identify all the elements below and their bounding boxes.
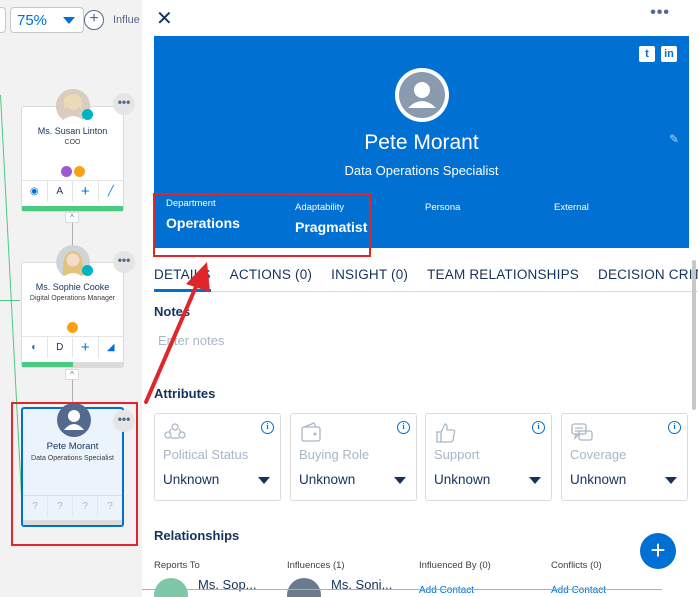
add-icon[interactable]: + — [73, 181, 99, 202]
attribute-political-status[interactable]: i Political Status Unknown — [154, 413, 281, 501]
attribute-support[interactable]: i Support Unknown — [425, 413, 552, 501]
add-contact-link[interactable]: Add Contact — [551, 585, 606, 596]
influence-toggle-label[interactable]: Influe — [113, 14, 140, 26]
wallet-icon — [301, 422, 321, 442]
social-links: t in — [639, 46, 677, 62]
close-icon[interactable]: ✕ — [156, 6, 173, 31]
card-title: Digital Operations Manager — [29, 295, 116, 302]
attribute-coverage[interactable]: i Coverage Unknown — [561, 413, 688, 501]
card-toolbar: ◐ D + ◢ — [22, 336, 123, 358]
thumbs-up-icon — [436, 423, 456, 443]
edit-pencil-icon[interactable]: ✎ — [669, 132, 679, 146]
org-card-sophie-cooke[interactable]: Ms. Sophie Cooke Digital Operations Mana… — [21, 245, 124, 368]
card-more-button[interactable]: ••• — [113, 251, 135, 273]
tab-team-relationships[interactable]: TEAM RELATIONSHIPS — [427, 258, 579, 291]
attribute-name: Support — [434, 447, 480, 462]
collapse-chevron[interactable]: ^ — [65, 212, 79, 223]
lightning-icon — [73, 166, 85, 177]
chevron-down-icon[interactable] — [258, 477, 270, 484]
highlight-box — [11, 402, 138, 546]
info-icon[interactable]: i — [261, 421, 274, 434]
notes-title: Notes — [154, 304, 191, 319]
detail-tabs: DETAILS ACTIONS (0) INSIGHT (0) TEAM REL… — [154, 258, 698, 292]
influenced-by-label: Influenced By (0) — [419, 560, 491, 571]
purple-badge-icon — [60, 166, 72, 177]
scrollbar[interactable] — [692, 260, 696, 410]
linkedin-icon[interactable]: in — [661, 46, 677, 62]
half-circle-icon[interactable]: ◐ — [22, 337, 48, 358]
highlight-box — [153, 193, 371, 257]
chat-bubbles-icon — [571, 423, 593, 441]
zoom-in-button[interactable]: + — [84, 10, 104, 30]
add-button[interactable]: + — [640, 533, 676, 569]
divider — [142, 589, 662, 590]
persona-field[interactable]: Persona — [425, 202, 460, 213]
zoom-value: 75% — [17, 11, 48, 29]
relationships-title: Relationships — [154, 528, 240, 543]
add-contact-link[interactable]: Add Contact — [419, 585, 474, 596]
card-name: Ms. Sophie Cooke — [35, 282, 110, 292]
collapse-chevron[interactable]: ^ — [65, 369, 79, 380]
card-toolbar: ◉ A + ╱ — [22, 180, 123, 202]
card-title: COO — [64, 139, 81, 146]
signal-icon[interactable]: ◢ — [99, 337, 124, 358]
card-progress-bar — [22, 206, 123, 211]
influences-label: Influences (1) — [287, 560, 345, 571]
adaptability-letter[interactable]: A — [48, 181, 73, 202]
person-icon — [408, 82, 436, 108]
twitter-icon[interactable]: t — [639, 46, 655, 62]
linkedin-badge-icon — [82, 109, 93, 120]
lightning-icon — [67, 322, 78, 333]
contact-detail-panel: ✕ ••• t in Pete Morant Data Operations S… — [142, 0, 698, 597]
more-options-button[interactable]: ••• — [650, 4, 670, 22]
info-icon[interactable]: i — [397, 421, 410, 434]
attribute-value: Unknown — [299, 472, 356, 487]
avatar — [154, 578, 188, 597]
add-icon[interactable]: + — [73, 337, 99, 358]
card-more-button[interactable]: ••• — [113, 93, 135, 115]
attribute-value: Unknown — [163, 472, 220, 487]
external-field[interactable]: External — [554, 202, 589, 213]
avatar — [287, 578, 321, 597]
chevron-down-icon[interactable] — [665, 477, 677, 484]
linkedin-badge-icon — [82, 265, 93, 276]
people-network-icon — [164, 423, 186, 439]
reports-to-label: Reports To — [154, 560, 200, 571]
chevron-down-icon[interactable] — [529, 477, 541, 484]
pencil-line-icon[interactable]: ╱ — [99, 181, 124, 202]
target-icon[interactable]: ◉ — [22, 181, 48, 202]
chevron-down-icon — [63, 17, 75, 24]
zoom-out-button[interactable] — [0, 7, 6, 33]
chevron-down-icon[interactable] — [394, 477, 406, 484]
attribute-value: Unknown — [570, 472, 627, 487]
attribute-name: Political Status — [163, 447, 249, 462]
adaptability-letter[interactable]: D — [48, 337, 73, 358]
info-icon[interactable]: i — [532, 421, 545, 434]
persona-label: Persona — [425, 202, 461, 213]
org-chart-canvas[interactable]: 75% + Influe Ms. Susan Linton COO ◉ A + … — [0, 0, 142, 597]
tab-insight[interactable]: INSIGHT (0) — [331, 258, 408, 291]
attribute-buying-role[interactable]: i Buying Role Unknown — [290, 413, 417, 501]
zoom-select[interactable]: 75% — [10, 7, 84, 33]
info-icon[interactable]: i — [668, 421, 681, 434]
influence-line — [0, 300, 20, 301]
tab-decision-criteria[interactable]: DECISION CRITERIA — [598, 258, 698, 291]
contact-name: Pete Morant — [364, 131, 479, 154]
attribute-name: Buying Role — [299, 447, 370, 462]
attributes-title: Attributes — [154, 386, 216, 401]
card-name: Ms. Susan Linton — [37, 126, 108, 136]
card-progress-bar — [22, 362, 123, 367]
tab-actions[interactable]: ACTIONS (0) — [230, 258, 312, 291]
contact-role: Data Operations Specialist — [344, 163, 499, 178]
tab-details[interactable]: DETAILS — [154, 258, 211, 292]
conflicts-label: Conflicts (0) — [551, 560, 602, 571]
org-card-susan-linton[interactable]: Ms. Susan Linton COO ◉ A + ╱ — [21, 89, 124, 212]
attribute-name: Coverage — [570, 447, 627, 462]
notes-input[interactable]: Enter notes — [158, 333, 225, 348]
contact-avatar — [395, 68, 449, 122]
external-label: External — [554, 202, 589, 213]
attribute-value: Unknown — [434, 472, 491, 487]
